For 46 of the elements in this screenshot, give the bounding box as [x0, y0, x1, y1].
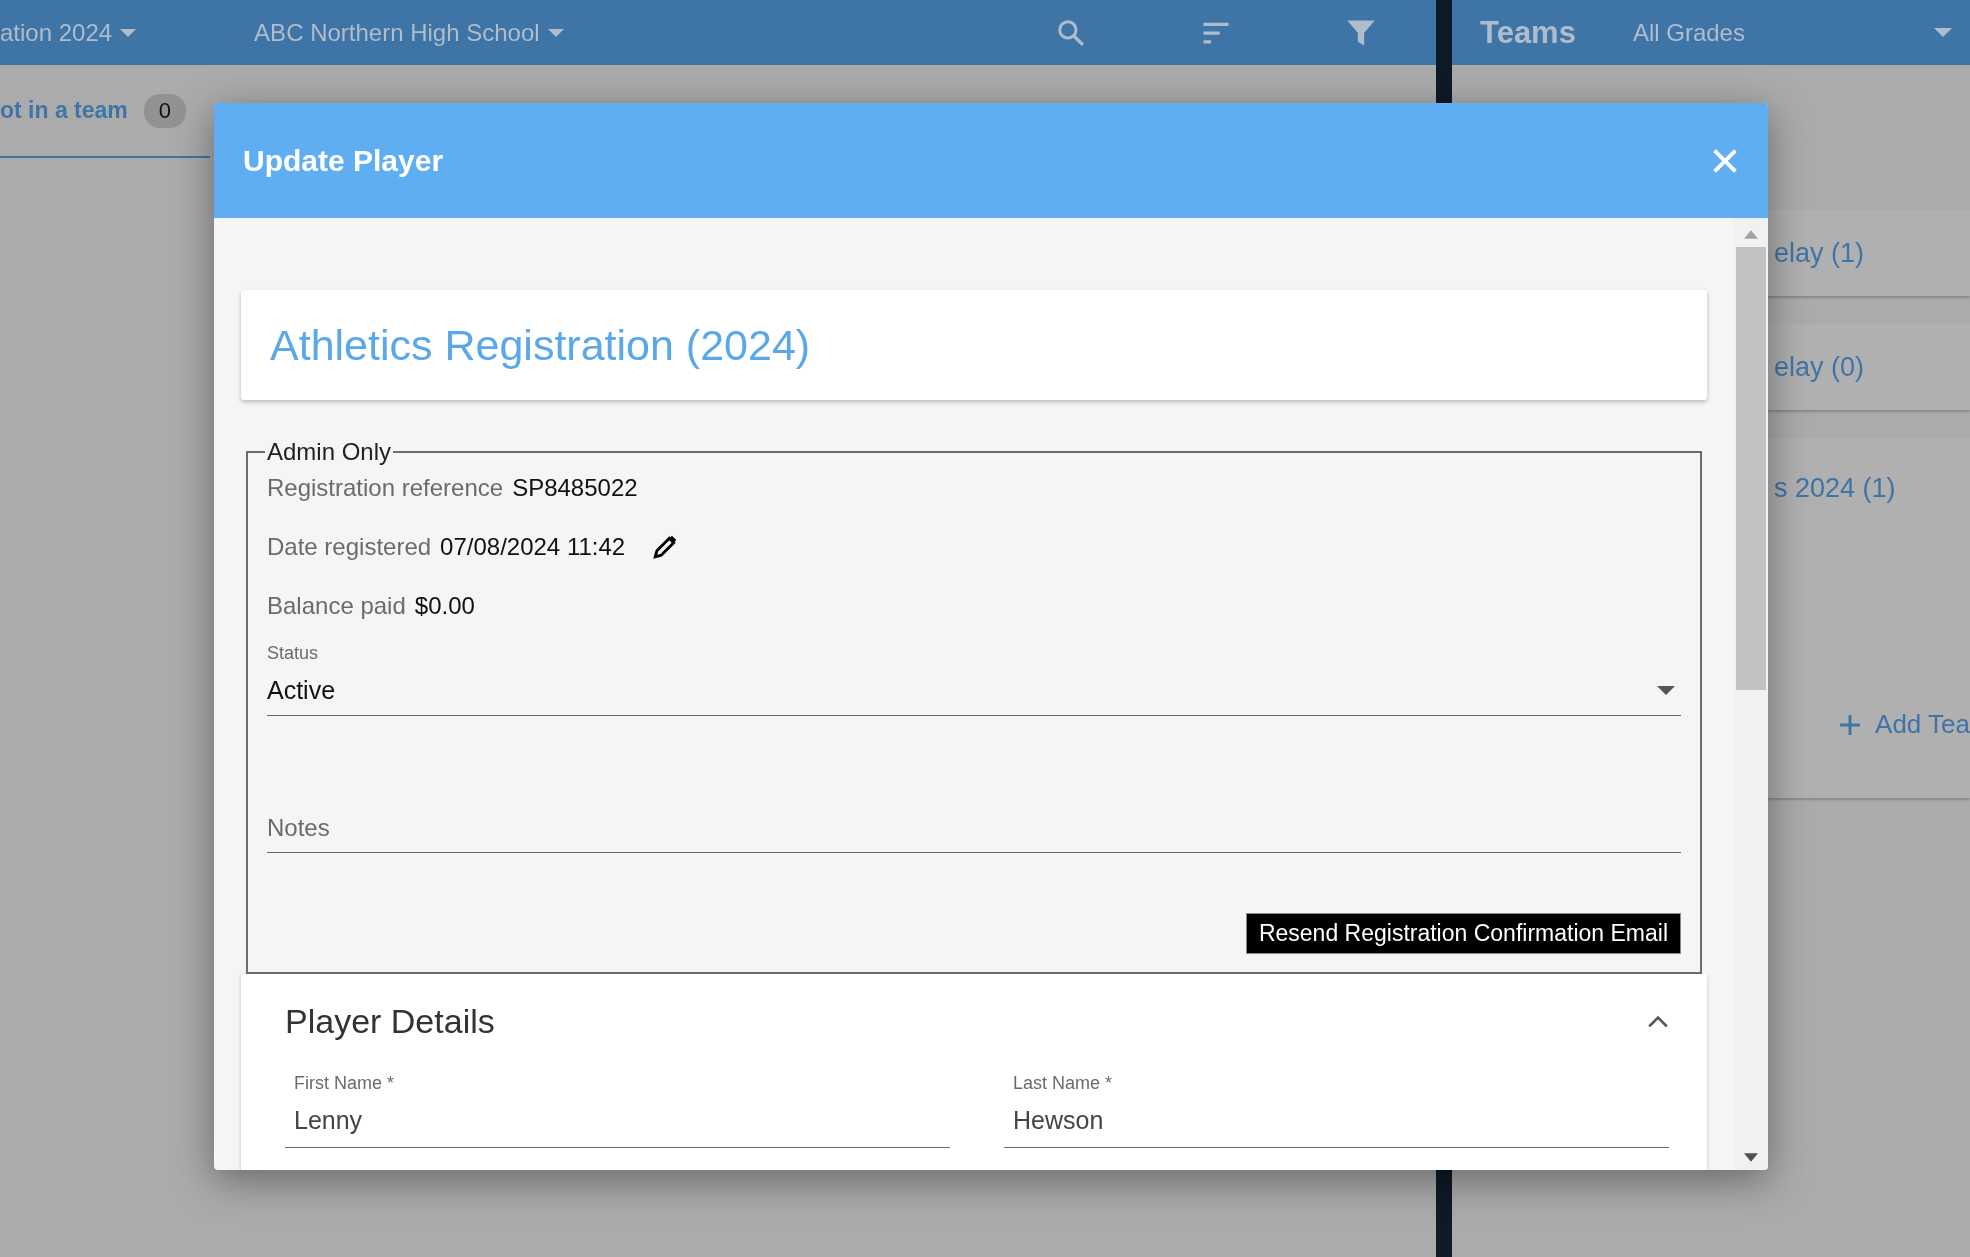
panel-legend: Admin Only	[265, 438, 394, 466]
status-label: Status	[267, 643, 320, 664]
caret-icon	[120, 28, 137, 37]
section-title: Player Details	[285, 1002, 495, 1041]
team-name: elay (1)	[1774, 237, 1866, 269]
count-badge: 0	[143, 93, 187, 128]
search-icon[interactable]	[1056, 17, 1086, 48]
chevron-up-icon[interactable]	[1647, 1014, 1669, 1029]
school-dropdown[interactable]: ABC Northern High School	[254, 18, 564, 47]
scroll-up-icon[interactable]	[1743, 230, 1758, 239]
field-label: Registration reference	[267, 473, 504, 502]
field-label: First Name *	[294, 1073, 395, 1094]
text-field[interactable]: Last Name * Hewson	[1004, 1073, 1669, 1148]
field-label: Date registered	[267, 532, 432, 561]
notes-field[interactable]: Notes	[267, 806, 1681, 853]
plus-icon	[1839, 713, 1862, 736]
event-dropdown[interactable]: ation 2024	[0, 18, 137, 47]
caret-icon	[547, 28, 564, 37]
add-team-button[interactable]: Add Tea	[1839, 709, 1970, 740]
caret-icon	[1934, 28, 1952, 37]
team-card[interactable]: elay (0)	[1768, 324, 1970, 410]
team-card[interactable]: elay (1)	[1768, 210, 1970, 296]
scrollbar[interactable]	[1733, 218, 1768, 1170]
teams-title: Teams	[1480, 14, 1576, 51]
field-value: Hewson	[1013, 1106, 1105, 1135]
field-label: Balance paid	[267, 591, 406, 620]
field-value: SP8485022	[512, 473, 638, 502]
field-value: $0.00	[414, 591, 475, 620]
team-name: s 2024 (1)	[1774, 473, 1897, 504]
unassigned-tab[interactable]: ot in a team 0	[0, 65, 210, 158]
tab-label: ot in a team	[0, 97, 128, 124]
field-label: Last Name *	[1013, 1073, 1114, 1094]
team-name: elay (0)	[1774, 351, 1866, 383]
grade-dropdown[interactable]: All Grades	[1632, 18, 1970, 47]
caret-icon	[1657, 686, 1675, 695]
dialog-title: Update Player	[243, 143, 444, 178]
resend-email-button[interactable]: Resend Registration Confirmation Email	[1245, 913, 1681, 954]
team-card[interactable]: s 2024 (1) Add Tea	[1768, 438, 1970, 798]
field-value: Lenny	[294, 1106, 364, 1135]
field-value: 07/08/2024 11:42	[440, 532, 626, 561]
text-field[interactable]: First Name * Lenny	[285, 1073, 950, 1148]
registration-title: Athletics Registration (2024)	[270, 320, 811, 370]
scroll-down-icon[interactable]	[1743, 1153, 1758, 1162]
status-select[interactable]: Active	[267, 664, 1681, 716]
close-icon[interactable]	[1712, 147, 1738, 174]
pencil-icon[interactable]	[652, 533, 679, 560]
